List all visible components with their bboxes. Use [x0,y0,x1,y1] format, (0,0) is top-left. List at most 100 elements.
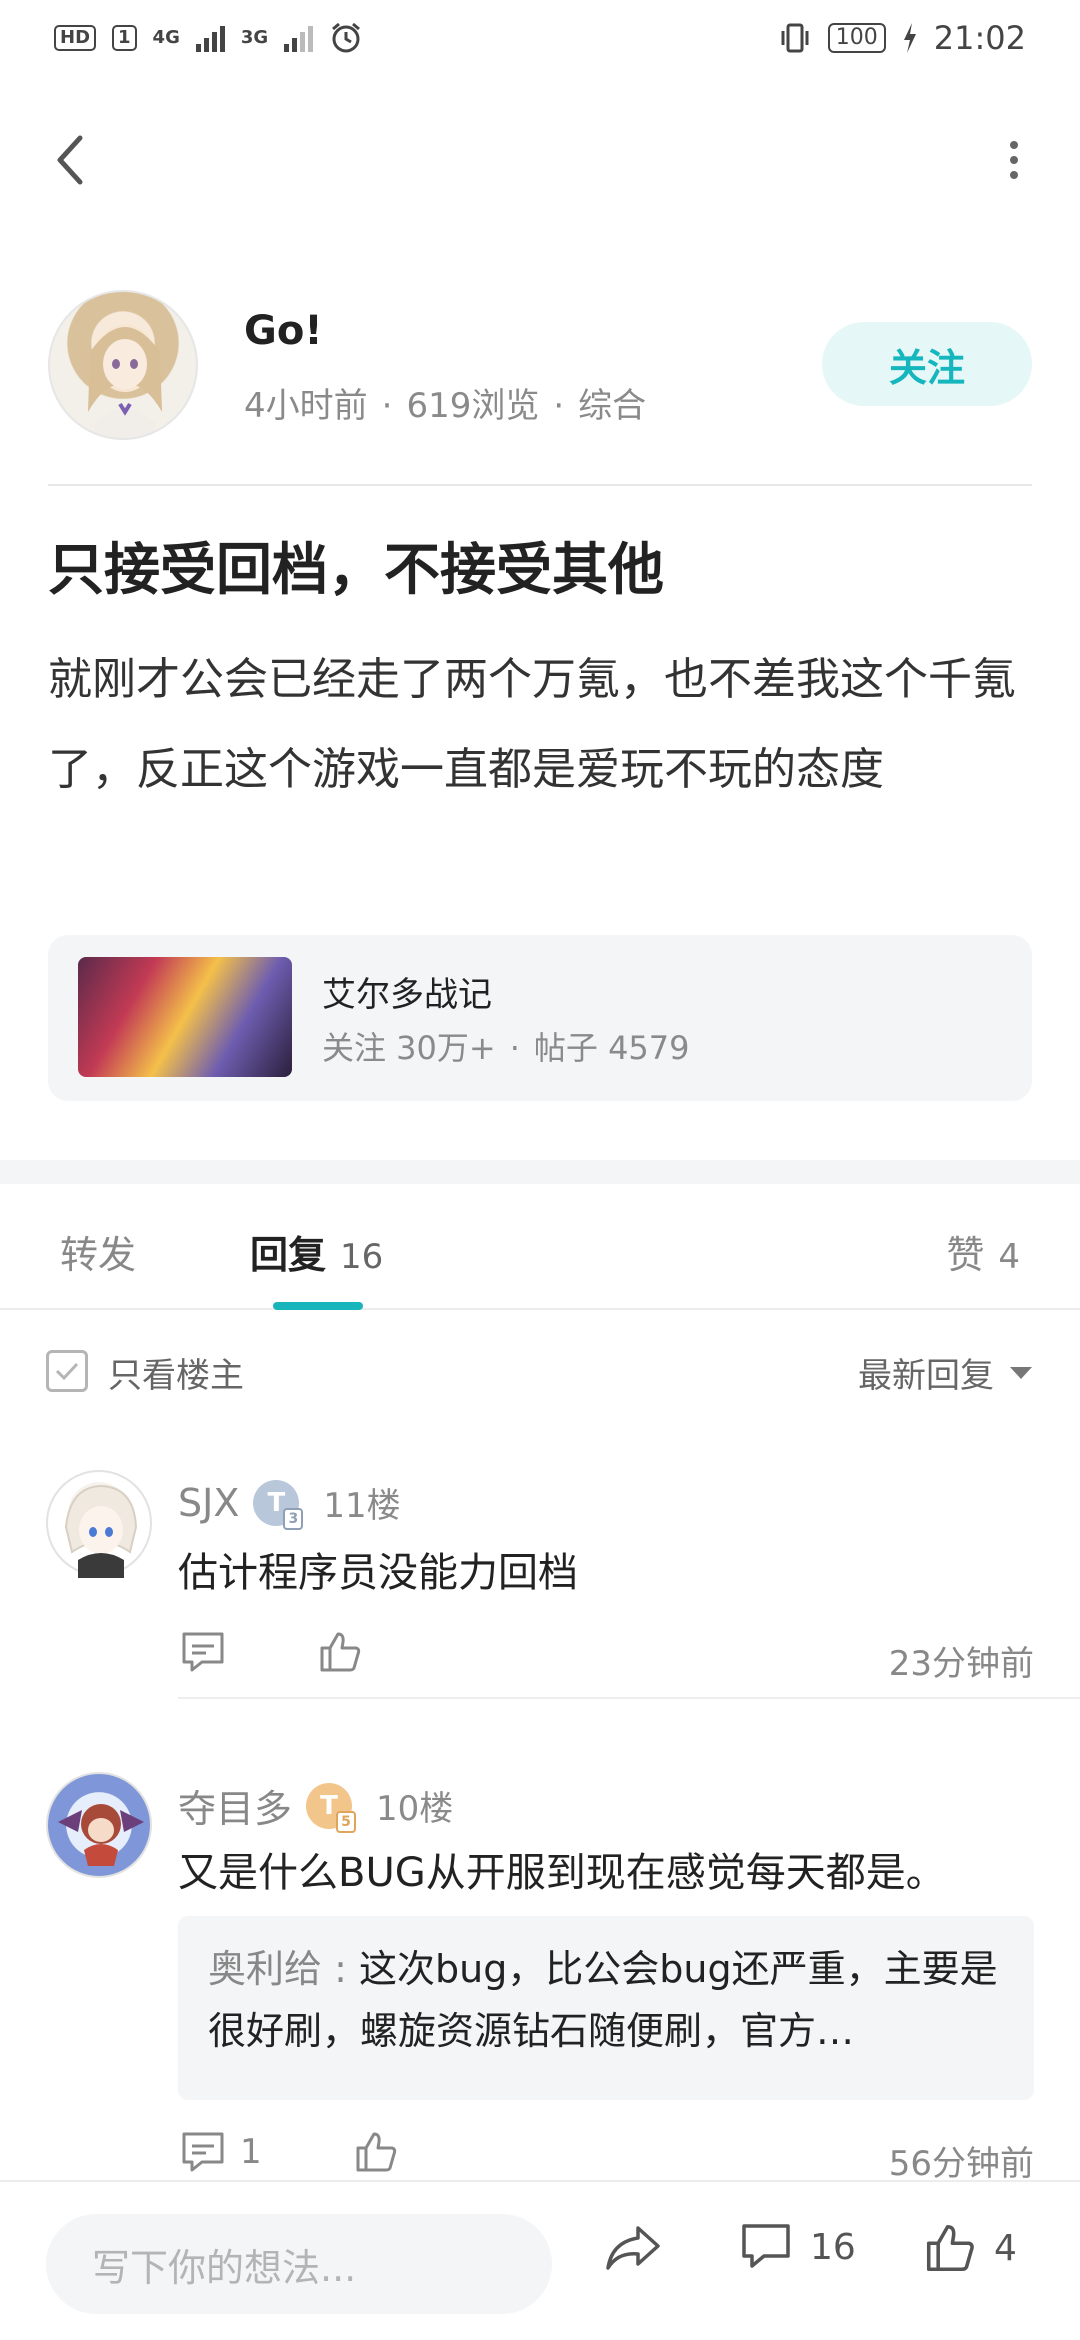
avatar-illustration [58,1804,144,1866]
commenter-name[interactable]: SJX [178,1481,239,1525]
comment-item: SJX T3 11楼 估计程序员没能力回档 23分钟前 [0,1460,1080,1700]
filter-row: 只看楼主 最新回复 [0,1330,1080,1410]
comment-icon [182,1632,224,1672]
post-meta: 4小时前 · 619浏览 · 综合 [244,378,646,427]
level-number: 5 [336,1810,357,1833]
tab-reply-label: 回复 [250,1233,327,1277]
forum-posts: 帖子 4579 [533,1029,690,1067]
top-nav [0,110,1080,210]
more-button[interactable] [984,130,1044,190]
tab-like[interactable]: 赞4 [946,1224,1020,1279]
comment-time: 56分钟前 [888,2144,1034,2184]
hd-badge: HD [54,25,97,51]
author-row: Go! 4小时前 · 619浏览 · 综合 关注 [48,290,1032,440]
comment-button[interactable]: 16 [740,2222,856,2272]
caret-down-icon [1010,1366,1032,1379]
level-badge: T5 [306,1782,357,1833]
avatar-illustration [88,324,162,438]
share-icon [606,2226,660,2270]
comment-icon [182,2132,224,2172]
clock: 21:02 [933,19,1026,57]
only-op-checkbox[interactable] [46,1350,88,1392]
sub-reply-colon: : [322,1947,359,1991]
tab-reply-count: 16 [340,1237,384,1277]
tab-repost[interactable]: 转发 [60,1224,136,1279]
reply-button[interactable]: 1 [180,2130,262,2174]
like-button[interactable] [318,1630,362,1674]
commenter-avatar[interactable] [46,1772,152,1878]
status-right: 100 21:02 [778,19,1026,57]
meta-separator: · [553,386,565,426]
avatar-illustration [64,1484,138,1578]
meta-separator: · [381,386,393,426]
forum-followers: 关注 30万+ [322,1029,496,1067]
battery-level: 100 [827,23,886,53]
reply-button[interactable] [180,1630,226,1674]
post-views: 619浏览 [406,386,540,426]
bottom-comment-count: 16 [810,2226,856,2268]
alarm-icon [332,22,361,53]
vibrate-icon [781,23,809,53]
comment-text: 又是什么BUG从开服到现在感觉每天都是。 [178,1850,946,1896]
comment-user-row: 夺目多 T5 10楼 [178,1778,453,1833]
comment-actions: 23分钟前 [178,1630,1034,1690]
floor-number: 11楼 [323,1486,401,1526]
check-icon [55,1362,79,1381]
commenter-avatar[interactable] [46,1470,152,1578]
author-avatar[interactable] [48,290,198,440]
share-button[interactable] [604,2222,662,2274]
sort-dropdown[interactable]: 最新回复 [858,1348,1032,1397]
status-left: HD 1 4G 3G [54,21,363,55]
network-type-1: 4G [152,27,180,48]
sub-reply-user[interactable]: 奥利给 [208,1947,322,1991]
comment-item: 夺目多 T5 10楼 又是什么BUG从开服到现在感觉每天都是。 奥利给 : 这次… [0,1760,1080,2184]
like-button[interactable]: 4 [924,2222,1017,2274]
forum-stats: 关注 30万+ · 帖子 4579 [322,1023,690,1069]
level-badge: T3 [253,1479,304,1530]
floor-number: 10楼 [376,1789,454,1829]
author-name[interactable]: Go! [244,308,323,354]
charging-icon [903,23,916,53]
sort-label: 最新回复 [858,1356,994,1396]
post-body: 就刚才公会已经走了两个万氪，也不差我这个千氪了，反正这个游戏一直都是爱玩不玩的态… [48,654,1016,795]
tab-like-label: 赞 [946,1233,985,1277]
reply-input[interactable]: 写下你的想法... [46,2214,552,2314]
follow-button[interactable]: 关注 [822,322,1032,406]
sub-reply-preview[interactable]: 奥利给 : 这次bug，比公会bug还严重，主要是很好刷，螺旋资源钻石随便刷，官… [178,1916,1034,2100]
post-category[interactable]: 综合 [578,386,646,426]
tab-bar: 转发 回复 16 赞4 [0,1184,1080,1310]
forum-name: 艾尔多战记 [322,975,492,1015]
tab-reply[interactable]: 回复 16 [250,1224,383,1279]
level-number: 3 [283,1507,304,1530]
comment-text: 估计程序员没能力回档 [178,1550,578,1596]
tab-indicator [273,1302,363,1310]
comment-user-row: SJX T3 11楼 [178,1478,401,1530]
back-button[interactable] [40,130,100,190]
only-op-label[interactable]: 只看楼主 [108,1348,244,1397]
tab-like-count: 4 [998,1237,1020,1277]
bottom-like-count: 4 [994,2227,1017,2269]
forum-card[interactable]: 艾尔多战记 关注 30万+ · 帖子 4579 [48,935,1032,1101]
post-title: 只接受回档，不接受其他 [48,538,664,603]
sim-badge: 1 [112,25,137,51]
thumbs-up-icon [320,1632,361,1672]
comment-icon [742,2224,790,2268]
comment-time: 23分钟前 [888,1644,1034,1684]
status-bar: HD 1 4G 3G 100 21:02 [0,0,1080,76]
thumbs-up-icon [926,2224,974,2272]
tab-repost-label: 转发 [60,1233,137,1277]
thumbs-up-icon [356,2132,397,2172]
signal-icon-2 [284,24,314,52]
stats-separator: · [509,1029,520,1067]
section-gap [0,1160,1080,1184]
comment-separator [178,1697,1080,1699]
bottom-action-bar: 写下你的想法... 16 4 [0,2180,1080,2340]
forum-thumbnail [78,957,292,1077]
signal-icon [195,24,225,52]
like-button[interactable] [354,2130,398,2174]
reply-count: 1 [240,2132,262,2172]
post-time: 4小时前 [244,386,368,426]
chevron-left-icon [57,135,83,185]
commenter-name[interactable]: 夺目多 [178,1778,292,1833]
divider [48,484,1032,486]
